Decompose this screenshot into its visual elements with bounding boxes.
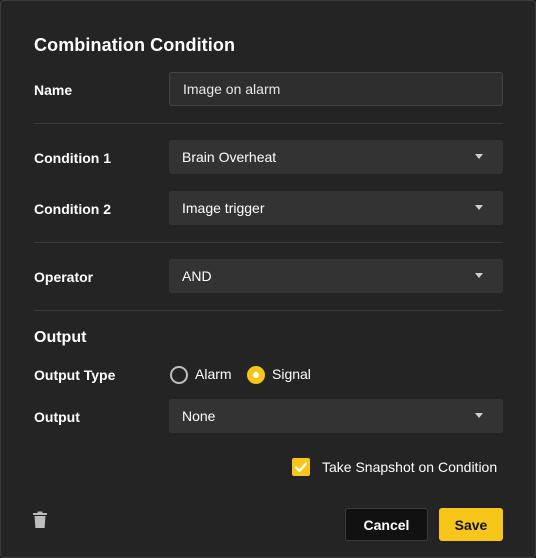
condition2-label: Condition 2 <box>34 201 111 217</box>
name-input[interactable]: Image on alarm <box>169 72 503 106</box>
chevron-down-icon <box>475 205 483 210</box>
cancel-button[interactable]: Cancel <box>345 508 428 541</box>
radio-alarm-label[interactable]: Alarm <box>195 366 232 382</box>
snapshot-label[interactable]: Take Snapshot on Condition <box>322 459 497 475</box>
output-section-heading: Output <box>34 329 87 346</box>
divider <box>34 310 503 311</box>
snapshot-checkbox[interactable] <box>292 458 310 476</box>
output-type-label: Output Type <box>34 367 116 383</box>
output-value: None <box>182 408 216 424</box>
radio-signal[interactable] <box>247 366 265 384</box>
dialog-title: Combination Condition <box>34 35 236 55</box>
divider <box>34 123 503 124</box>
chevron-down-icon <box>475 154 483 159</box>
trash-icon[interactable] <box>32 511 48 529</box>
chevron-down-icon <box>475 273 483 278</box>
radio-alarm[interactable] <box>170 366 188 384</box>
output-select[interactable]: None <box>169 399 503 433</box>
combination-condition-dialog: Combination Condition Name Image on alar… <box>0 0 536 558</box>
output-label: Output <box>34 409 80 425</box>
condition1-label: Condition 1 <box>34 150 111 166</box>
operator-label: Operator <box>34 269 94 285</box>
condition1-value: Brain Overheat <box>182 149 277 165</box>
name-input-value: Image on alarm <box>183 81 281 97</box>
check-icon <box>294 462 308 473</box>
condition2-value: Image trigger <box>182 200 265 216</box>
condition1-select[interactable]: Brain Overheat <box>169 140 503 174</box>
divider <box>34 242 503 243</box>
name-label: Name <box>34 82 73 98</box>
condition2-select[interactable]: Image trigger <box>169 191 503 225</box>
save-button[interactable]: Save <box>439 508 503 541</box>
radio-signal-label[interactable]: Signal <box>272 366 311 382</box>
operator-select[interactable]: AND <box>169 259 503 293</box>
chevron-down-icon <box>475 413 483 418</box>
operator-value: AND <box>182 268 212 284</box>
